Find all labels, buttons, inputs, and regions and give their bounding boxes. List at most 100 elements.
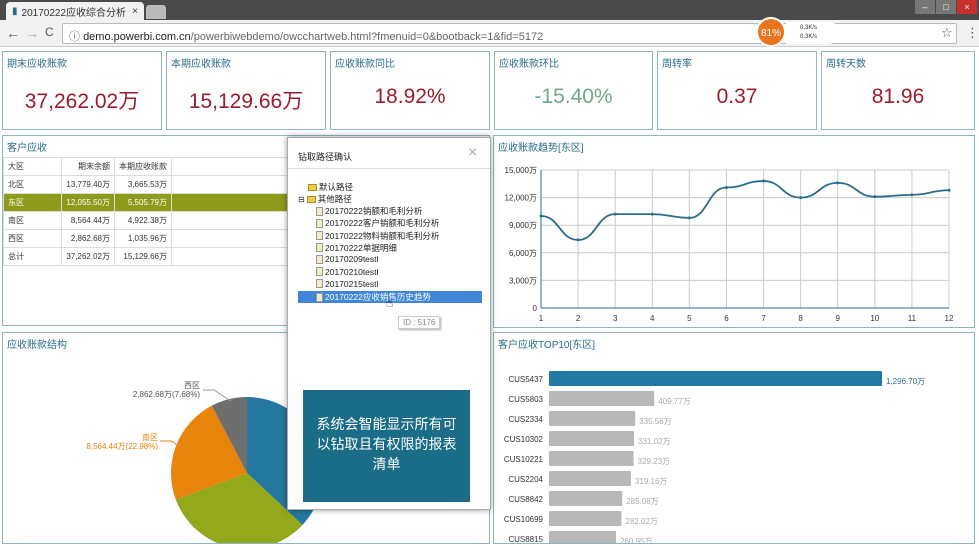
kpi-label: 期末应收账款 [7,59,67,70]
column-header[interactable]: 本期应收账款 [114,157,172,176]
url-host: demo.powerbi.com.cn [83,31,191,43]
tree-node-other[interactable]: ⊟ 其他路径 [298,193,352,205]
kpi-label: 本期应收账款 [171,59,231,70]
bar [549,471,631,486]
y-tick-label: 15,000万 [505,166,537,175]
forward-icon[interactable]: → [25,25,39,41]
report-icon [316,218,323,228]
category-label: CUS8842 [508,495,543,504]
table-cell: 4,922.38万 [114,211,172,230]
tab-close-icon[interactable]: × [132,6,138,17]
kpi-value: 37,262.02万 [24,90,140,113]
slice-label: 2,862.68万(7.68%) [133,390,200,399]
bar [549,451,634,466]
download-speed: 0.3K/s [800,34,818,40]
browser-tab[interactable]: ▮ 20170222应收综合分析 × [6,2,144,20]
column-header[interactable]: 大区 [3,157,62,176]
chart-icon: ▮ [12,5,18,17]
kpi-value: 81.96 [871,85,925,108]
leader-line [203,389,232,402]
net-speed-widget: 0.3K/s 0.3K/s [786,22,840,44]
data-point [687,216,691,220]
new-tab-button[interactable] [146,5,166,19]
slice-label: 8,564.44万(22.98%) [86,442,158,451]
category-label: CUS10302 [504,435,544,444]
kpi-card[interactable]: 应收账款同比 18.92% [330,51,490,130]
data-label: 285.08万 [626,497,658,506]
data-point [762,179,766,183]
x-tick-label: 10 [870,314,879,323]
table-cell: 5,505.79万 [114,193,172,212]
tab-title: 20170222应收综合分析 [21,7,127,19]
dialog-close-icon[interactable]: × [468,144,477,162]
kpi-card[interactable]: 应收账款环比 -15.40% [494,51,653,130]
collapse-icon[interactable]: ⊟ [298,195,305,204]
kpi-value: 18.92% [374,85,446,108]
table-cell: 37,262.02万 [61,247,115,266]
x-tick-label: 5 [687,314,692,323]
report-icon [316,206,323,216]
kpi-card[interactable]: 本期应收账款 15,129.66万 [166,51,326,130]
tree-label: 20170222物料销额和毛利分析 [325,230,440,241]
kpi-label: 周转率 [662,59,692,70]
x-tick-label: 7 [761,314,766,323]
tree-label: 20170210testl [325,266,379,277]
kpi-card[interactable]: 周转率 0.37 [657,51,817,130]
y-tick-label: 9,000万 [509,221,537,230]
tree-node-default[interactable]: 默认路径 [308,181,353,193]
kpi-card[interactable]: 周转天数 81.96 [821,51,975,130]
bar [549,391,655,406]
bookmark-star-icon[interactable]: ☆ [941,25,953,41]
y-tick-label: 3,000万 [509,276,537,285]
data-label: 329.23万 [638,457,670,466]
table-cell: 北区 [3,175,62,194]
data-label: 1,296.70万 [886,377,925,386]
dialog-title: 钻取路径确认 [298,152,353,162]
close-window-icon[interactable]: × [957,0,977,14]
report-icon [316,279,323,289]
tree-item[interactable]: 20170215testl [316,279,378,289]
data-point [539,214,543,218]
cpu-badge[interactable]: 81% [756,17,786,47]
category-label: CUS5437 [508,375,543,384]
folder-icon [306,195,316,203]
bar [549,411,636,426]
table-cell: 总计 [3,247,62,266]
bar [549,371,882,386]
bar [549,491,623,506]
info-callout: 系统会智能显示所有可以钻取且有权限的报表清单 [303,390,470,502]
data-point [873,195,877,199]
category-label: CUS2204 [508,475,543,484]
data-label: 335.56万 [639,417,671,426]
tree-item[interactable]: 20170222客户销额和毛利分析 [316,217,439,229]
bar-panel: 客户应收TOP10[东区] CUS5437 1,296.70万 CUS5803 409… [493,332,975,544]
x-tick-label: 2 [576,314,581,323]
back-icon[interactable]: ← [6,25,20,41]
leader-line [160,440,180,447]
tree-label: 20170222单据明细 [325,242,397,253]
reload-icon[interactable]: C [45,25,54,39]
data-point [799,196,803,200]
tree-item[interactable]: 20170222销额和毛利分析 [316,205,422,217]
kpi-label: 应收账款同比 [335,59,395,70]
tooltip: ID : 5176 [398,316,441,329]
kpi-value: -15.40% [534,85,613,108]
kpi-card[interactable]: 期末应收账款 37,262.02万 [2,51,162,130]
tree-item[interactable]: 20170210testl [316,267,378,277]
tree-label: 其他路径 [317,194,352,204]
tree-item[interactable]: 20170222单据明细 [316,242,397,254]
bar-chart: CUS5437 1,296.70万 CUS5803 409.77万 CUS2334 335… [504,371,925,544]
table-cell: 东区 [3,193,62,212]
menu-icon[interactable]: ⋮ [966,25,979,41]
tree-item[interactable]: 20170222物料销额和毛利分析 [316,230,439,242]
maximize-icon[interactable]: □ [936,0,956,14]
kpi-value: 15,129.66万 [188,90,304,113]
category-label: CUS10221 [504,455,544,464]
report-icon [316,243,323,253]
data-label: 260.95万 [620,537,652,544]
y-tick-label: 12,000万 [505,194,537,203]
tree-item[interactable]: 20170209testl [316,254,378,264]
column-header[interactable]: 期末余额 [61,157,115,176]
minimize-icon[interactable]: – [915,0,935,14]
data-label: 409.77万 [658,397,690,406]
